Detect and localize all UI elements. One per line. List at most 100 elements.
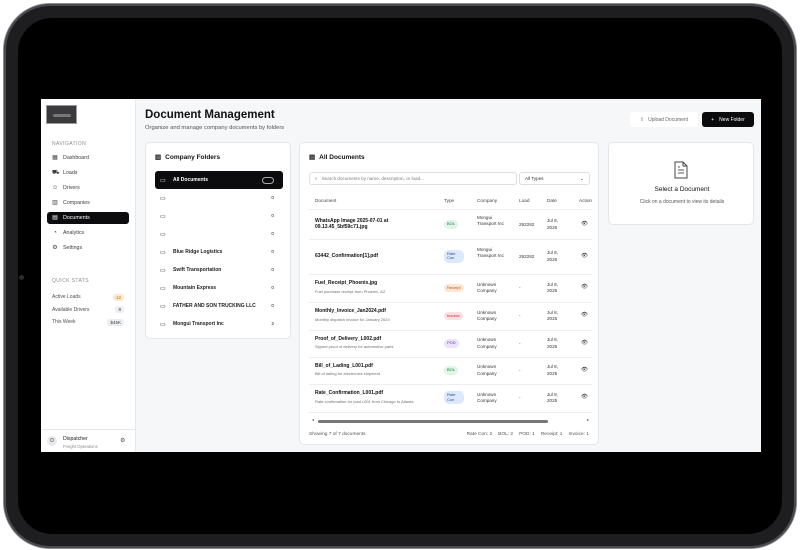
document-cell[interactable]: Bill_of_Lading_L001.pdf Bill of lading fo… — [315, 363, 433, 377]
folder-name: All Documents — [173, 177, 209, 183]
user-settings-gear-icon[interactable]: ⚙ — [120, 437, 125, 444]
row-divider — [309, 330, 592, 331]
table-header-divider — [309, 209, 592, 210]
new-folder-button[interactable]: + New Folder — [702, 112, 754, 127]
folder-name: Blue Ridge Logistics — [173, 249, 223, 255]
search-input[interactable]: ⌕ Search documents by name, description,… — [309, 172, 517, 185]
file-text-icon — [674, 161, 688, 179]
sidebar-item-documents[interactable]: ▤ Documents — [47, 212, 129, 224]
quick-stat-label: This Week — [52, 319, 76, 326]
date-cell: Jul 8, 2025 — [547, 364, 558, 376]
app-screen: NAVIGATION ▦ Dashboard ⛟ Loads ☺ Drivers ▥ Comp… — [41, 99, 761, 452]
upload-icon: ⇪ — [639, 116, 645, 123]
column-header: Type — [444, 198, 455, 203]
sidebar-item-label: Companies — [63, 200, 90, 206]
view-eye-icon[interactable]: 👁 — [581, 340, 588, 346]
sidebar-item-label: Documents — [63, 215, 90, 221]
horizontal-scrollbar[interactable]: ◂ ▸ — [312, 417, 589, 423]
user-name: Dispatcher — [63, 436, 88, 442]
quick-stat-badge: 8 — [115, 306, 124, 314]
view-eye-icon[interactable]: 👁 — [581, 394, 588, 400]
quick-stat-label: Available Drivers — [52, 306, 90, 313]
folder-item[interactable]: ▭ Blue Ridge Logistics 0 — [155, 243, 283, 261]
user-panel: D Dispatcher Freight Operations ⚙ — [41, 429, 136, 452]
folder-icon: ▭ — [160, 321, 166, 328]
type-badge: Rate Con — [444, 391, 464, 404]
scroll-right-icon[interactable]: ▸ — [587, 417, 589, 422]
folder-icon: ▭ — [160, 177, 166, 184]
folder-item[interactable]: ▭ Swift Transportation 0 — [155, 261, 283, 279]
sidebar-item-label: Dashboard — [63, 155, 89, 161]
document-name: Fuel_Receipt_Phoenix.jpg — [315, 280, 378, 286]
document-description: Fuel purchase receipt from Phoenix, AZ — [315, 288, 386, 294]
document-name: WhatsApp Image 2025-07-01 at 09.13.45_5b… — [315, 217, 389, 231]
document-cell[interactable]: Monthly_Invoice_Jan2024.pdf Monthly dispa… — [315, 308, 433, 322]
row-divider — [309, 239, 592, 240]
type-filter-select[interactable]: All Types ⌄ — [519, 172, 590, 185]
avatar[interactable]: D — [47, 436, 57, 446]
company-folders-card: ▥ Company Folders ▭ All Documents ▭ 0 ▭ 0 ▭ 0 ▭ B… — [145, 142, 291, 339]
folder-item[interactable]: ▭ FATHER AND SON TRUCKING LLC 0 — [155, 297, 283, 315]
sidebar-item-loads[interactable]: ⛟ Loads — [47, 167, 129, 179]
sidebar-item-dashboard[interactable]: ▦ Dashboard — [47, 152, 129, 164]
new-folder-label: New Folder — [719, 116, 745, 123]
quick-stat-row: Available Drivers 8 — [52, 304, 124, 317]
document-cell[interactable]: Rate_Confirmation_L001.pdf Rate confirmat… — [315, 390, 433, 404]
type-badge: BOL — [444, 220, 459, 229]
row-divider — [309, 384, 592, 385]
all-documents-title-text: All Documents — [319, 153, 365, 161]
column-header: Load — [519, 198, 530, 203]
scroll-left-icon[interactable]: ◂ — [312, 417, 314, 422]
documents-count: Showing 7 of 7 documents — [309, 432, 366, 437]
folder-count: 2 — [271, 321, 274, 327]
folder-name: Mountain Express — [173, 285, 217, 291]
folder-item[interactable]: ▭ 0 — [155, 189, 283, 207]
row-divider — [309, 302, 592, 303]
folder-count: 0 — [271, 267, 274, 273]
company-logo[interactable] — [46, 105, 77, 124]
sidebar-item-settings[interactable]: ⚙ Settings — [47, 242, 129, 254]
view-eye-icon[interactable]: 👁 — [581, 284, 588, 290]
folder-icon: ▭ — [160, 231, 166, 238]
folder-name: Swift Transportation — [173, 267, 222, 273]
document-cell[interactable]: Proof_of_Delivery_L002.pdf Signed proof o… — [315, 336, 433, 350]
document-cell[interactable]: Fuel_Receipt_Phoenix.jpg Fuel purchase re… — [315, 280, 433, 294]
quick-stat-badge: $45K — [107, 318, 124, 326]
document-cell[interactable]: 63442_Confirmation[1].pdf — [315, 253, 433, 260]
row-divider — [309, 274, 592, 275]
folder-item[interactable]: ▭ 0 — [155, 225, 283, 243]
view-eye-icon[interactable]: 👁 — [581, 367, 588, 373]
building-icon: ▥ — [52, 200, 58, 206]
folder-item[interactable]: ▭ Mongui Transport Inc 2 — [155, 315, 283, 333]
scrollbar-thumb[interactable] — [318, 419, 548, 423]
date-cell: Jul 8, 2025 — [547, 337, 558, 349]
folder-count: 0 — [271, 303, 274, 309]
sidebar-item-label: Settings — [63, 245, 83, 251]
column-header: Actions — [579, 198, 592, 203]
nav-list: ▦ Dashboard ⛟ Loads ☺ Drivers ▥ Companies ▤ Docum… — [47, 152, 129, 257]
document-icon: ▤ — [309, 154, 316, 161]
gear-icon: ⚙ — [52, 245, 58, 251]
company-cell: Unknown Company — [477, 391, 497, 403]
type-stat: POD: 1 — [519, 432, 535, 437]
company-folders-title-text: Company Folders — [165, 153, 221, 161]
sidebar-item-analytics[interactable]: ◔ Analytics — [47, 227, 129, 239]
company-cell: Unknown Company — [477, 281, 497, 293]
view-eye-icon[interactable]: 👁 — [581, 253, 588, 259]
sidebar-item-label: Loads — [63, 170, 78, 176]
folder-count-pill — [262, 176, 274, 184]
view-eye-icon[interactable]: 👁 — [581, 312, 588, 318]
plus-icon: + — [711, 116, 715, 123]
document-cell[interactable]: WhatsApp Image 2025-07-01 at 09.13.45_5b… — [315, 218, 433, 231]
sidebar-item-companies[interactable]: ▥ Companies — [47, 197, 129, 209]
view-eye-icon[interactable]: 👁 — [581, 221, 588, 227]
search-icon: ⌕ — [315, 176, 318, 181]
sidebar-item-label: Analytics — [63, 230, 85, 236]
upload-document-button[interactable]: ⇪ Upload Document — [630, 112, 698, 127]
folder-all-documents[interactable]: ▭ All Documents — [155, 171, 283, 189]
type-filter-value: All Types — [525, 176, 544, 181]
folder-item[interactable]: ▭ Mountain Express 0 — [155, 279, 283, 297]
sidebar-item-drivers[interactable]: ☺ Drivers — [47, 182, 129, 194]
preview-subtitle: Click on a document to view its details — [639, 199, 725, 205]
folder-item[interactable]: ▭ 0 — [155, 207, 283, 225]
